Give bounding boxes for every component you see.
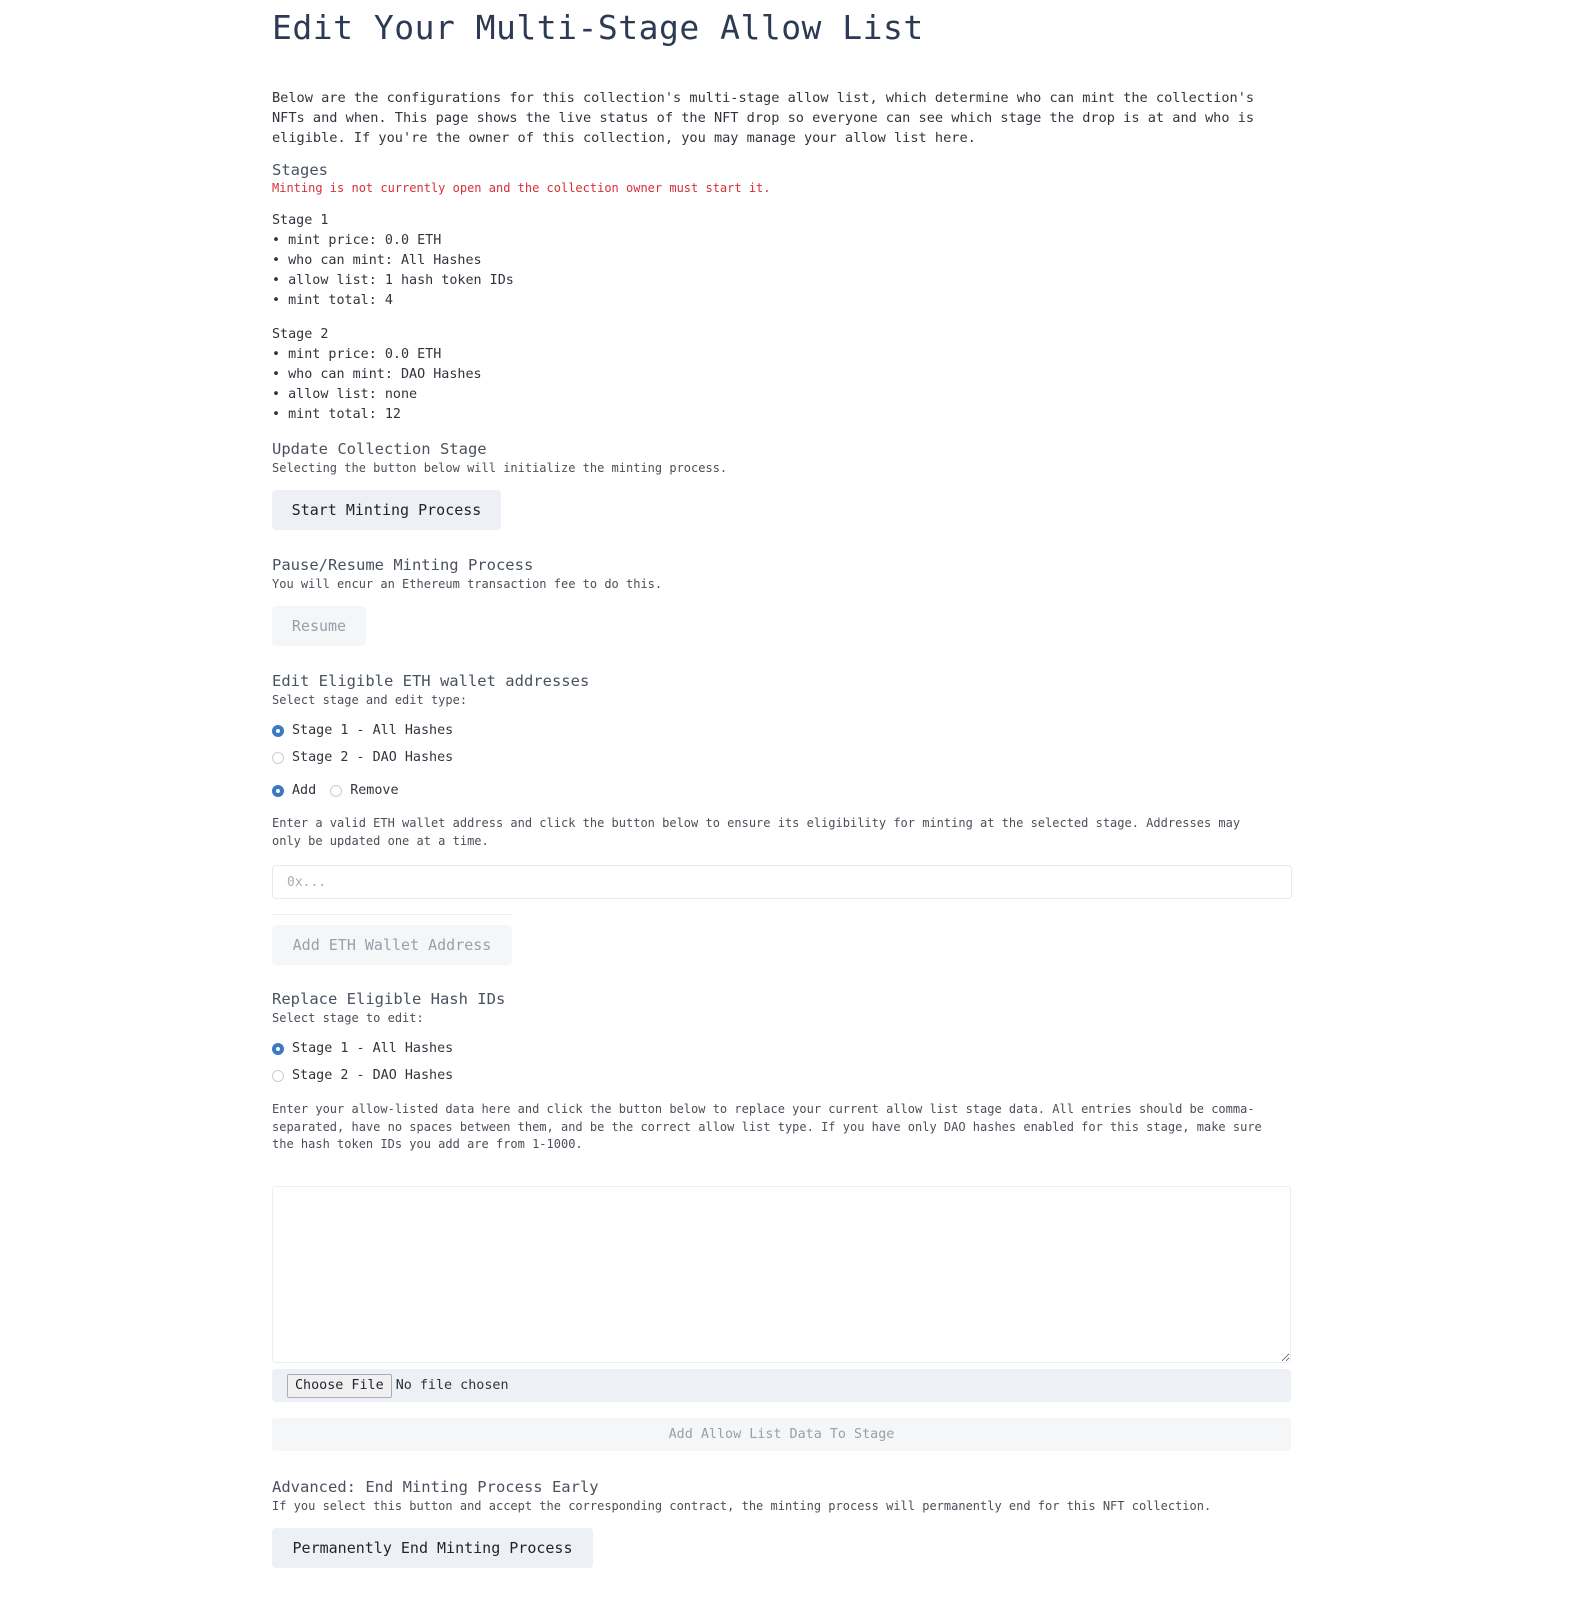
replace-hash-title: Replace Eligible Hash IDs [272, 990, 506, 1008]
end-minting-button[interactable]: Permanently End Minting Process [272, 1528, 593, 1568]
radio-unselected-icon[interactable] [272, 751, 284, 764]
file-status: No file chosen [395, 1378, 509, 1393]
mint-total: • mint total: 4 [272, 293, 393, 308]
stage-2-details: Stage 2 • mint price: 0.0 ETH • who can … [272, 325, 482, 425]
end-early-title: Advanced: End Minting Process Early [272, 1478, 599, 1496]
who-can-mint: • who can mint: All Hashes [272, 253, 482, 268]
stage-1-details: Stage 1 • mint price: 0.0 ETH • who can … [272, 211, 514, 311]
stage-name: Stage 1 [272, 213, 329, 228]
wallet-help-text: Enter a valid ETH wallet address and cli… [272, 816, 1241, 848]
who-can-mint: • who can mint: DAO Hashes [272, 367, 482, 382]
end-early-subtitle: If you select this button and accept the… [272, 1499, 1212, 1513]
option-label: Stage 1 - All Hashes [292, 723, 454, 738]
hash-stage-2-option[interactable]: Stage 2 - DAO Hashes [272, 1068, 453, 1083]
start-minting-button[interactable]: Start Minting Process [272, 490, 501, 530]
remove-option-label[interactable]: Remove [350, 783, 398, 798]
pause-resume-title: Pause/Resume Minting Process [272, 556, 534, 574]
wallet-stage-1-option[interactable]: Stage 1 - All Hashes [272, 723, 453, 738]
pause-resume-subtitle: You will encur an Ethereum transaction f… [272, 577, 663, 591]
add-wallet-button[interactable]: Add ETH Wallet Address [272, 925, 512, 965]
option-label: Stage 1 - All Hashes [292, 1041, 454, 1056]
stage-name: Stage 2 [272, 327, 329, 342]
edit-type-options: Add Remove [272, 783, 399, 798]
radio-unselected-icon[interactable] [272, 1069, 284, 1082]
add-allow-list-button[interactable]: Add Allow List Data To Stage [272, 1418, 1291, 1451]
resume-button[interactable]: Resume [272, 606, 366, 646]
replace-hash-subtitle: Select stage to edit: [272, 1011, 424, 1025]
edit-wallets-subtitle: Select stage and edit type: [272, 693, 468, 707]
wallet-address-input[interactable] [272, 865, 1292, 899]
radio-selected-icon[interactable] [272, 1042, 284, 1055]
mint-price: • mint price: 0.0 ETH [272, 347, 442, 362]
allow-list-textarea[interactable] [272, 1186, 1291, 1363]
stages-title: Stages [272, 161, 328, 179]
choose-file-button[interactable]: Choose File [287, 1373, 392, 1398]
radio-selected-icon[interactable] [272, 784, 284, 797]
mint-total: • mint total: 12 [272, 407, 401, 422]
hash-help-text: Enter your allow-listed data here and cl… [272, 1102, 1262, 1151]
wallet-stage-2-option[interactable]: Stage 2 - DAO Hashes [272, 750, 453, 765]
option-label: Stage 2 - DAO Hashes [292, 750, 454, 765]
update-stage-subtitle: Selecting the button below will initiali… [272, 461, 728, 475]
intro-text: Below are the configurations for this co… [272, 90, 1255, 146]
divider [272, 914, 512, 915]
edit-wallets-title: Edit Eligible ETH wallet addresses [272, 672, 590, 690]
allow-list: • allow list: none [272, 387, 418, 402]
radio-unselected-icon[interactable] [330, 784, 343, 797]
file-upload: Choose File No file chosen [272, 1369, 1291, 1402]
page-title: Edit Your Multi-Stage Allow List [272, 8, 924, 47]
allow-list: • allow list: 1 hash token IDs [272, 273, 514, 288]
option-label: Stage 2 - DAO Hashes [292, 1068, 454, 1083]
minting-warning: Minting is not currently open and the co… [272, 181, 771, 195]
add-option-label[interactable]: Add [292, 783, 316, 798]
update-stage-title: Update Collection Stage [272, 440, 487, 458]
radio-selected-icon[interactable] [272, 724, 284, 737]
mint-price: • mint price: 0.0 ETH [272, 233, 442, 248]
hash-stage-1-option[interactable]: Stage 1 - All Hashes [272, 1041, 453, 1056]
